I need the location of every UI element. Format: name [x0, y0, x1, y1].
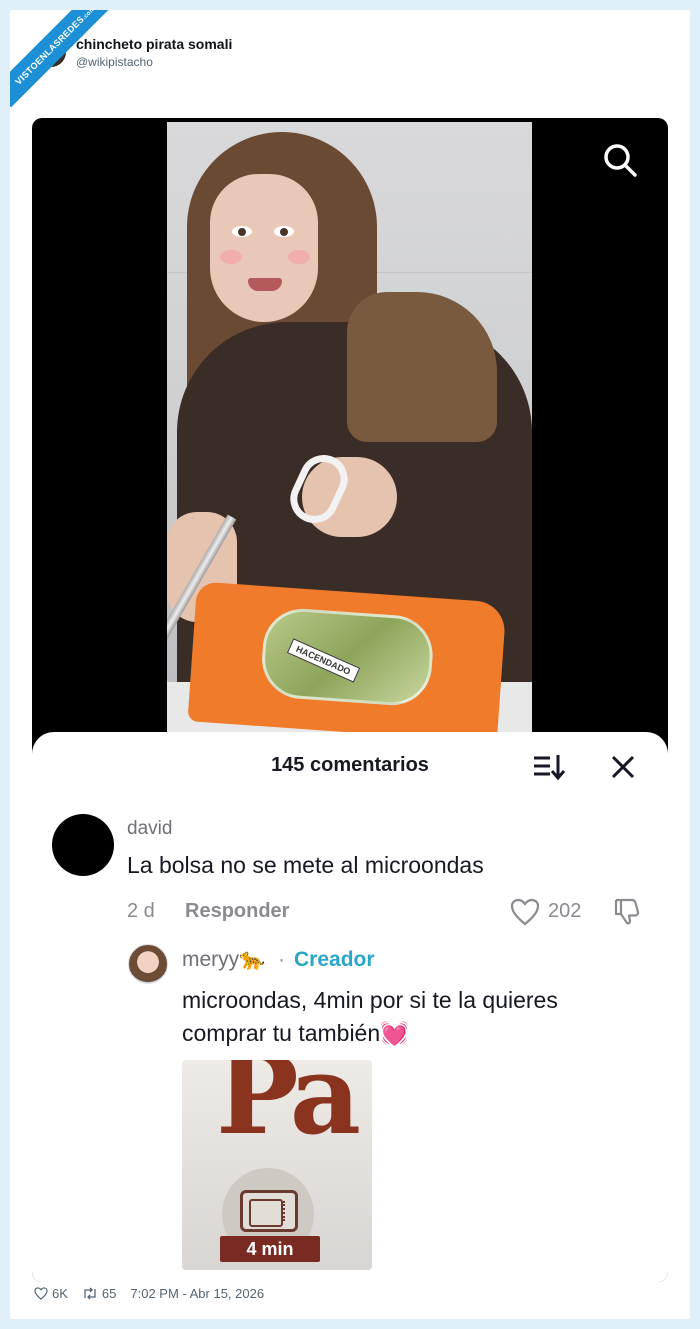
heart-icon[interactable] [510, 898, 540, 926]
retweet-stat[interactable]: 65 [82, 1286, 116, 1301]
tweet-card: chincheto pirata somali @wikipistacho HA… [10, 10, 690, 1319]
creator-badge: Creador [294, 948, 375, 971]
creator-avatar[interactable] [128, 944, 168, 984]
separator-dot: · [278, 948, 285, 971]
comments-count: 145 comentarios [271, 754, 429, 776]
sort-icon[interactable] [532, 752, 566, 782]
dislike-icon[interactable] [612, 896, 642, 926]
commenter-username[interactable]: david [127, 818, 172, 840]
retweet-icon [84, 1287, 96, 1300]
heart-emoji: 💓 [380, 1020, 409, 1046]
food-bag: HACENDADO [187, 581, 507, 743]
reply-button[interactable]: Responder [185, 900, 289, 923]
heart-icon [34, 1287, 48, 1300]
retweet-count: 65 [101, 1286, 117, 1301]
comment-text: La bolsa no se mete al microondas [127, 852, 484, 878]
search-icon[interactable] [602, 142, 638, 178]
person-face [210, 174, 318, 322]
author-name[interactable]: chincheto pirata somali [76, 36, 232, 52]
like-stat[interactable]: 6K [34, 1286, 68, 1301]
like-count: 202 [548, 900, 582, 922]
creator-username[interactable]: meryy🐆 [182, 948, 265, 972]
commenter-avatar[interactable] [52, 814, 114, 876]
comment-time: 2 d [127, 900, 155, 922]
reply-text: microondas, 4min por si te la quieres co… [182, 987, 558, 1046]
close-icon[interactable] [610, 754, 636, 780]
tweet-timestamp[interactable]: 7:02 PM - Abr 15, 2026 [130, 1286, 264, 1301]
microwave-icon [240, 1190, 298, 1232]
author-handle[interactable]: @wikipistacho [76, 55, 232, 69]
reply-image[interactable]: Pa 4 min [182, 1060, 372, 1270]
comments-sheet: 145 comentarios david La bolsa no se met… [32, 732, 668, 1282]
like-count: 6K [52, 1286, 68, 1301]
tweet-media[interactable]: HACENDADO 145 comentarios david La bolsa… [32, 118, 668, 1282]
tweet-footer: 6K 65 7:02 PM - Abr 15, 2026 [34, 1286, 264, 1301]
video-frame: HACENDADO [167, 122, 532, 752]
cook-time-badge: 4 min [220, 1236, 320, 1262]
